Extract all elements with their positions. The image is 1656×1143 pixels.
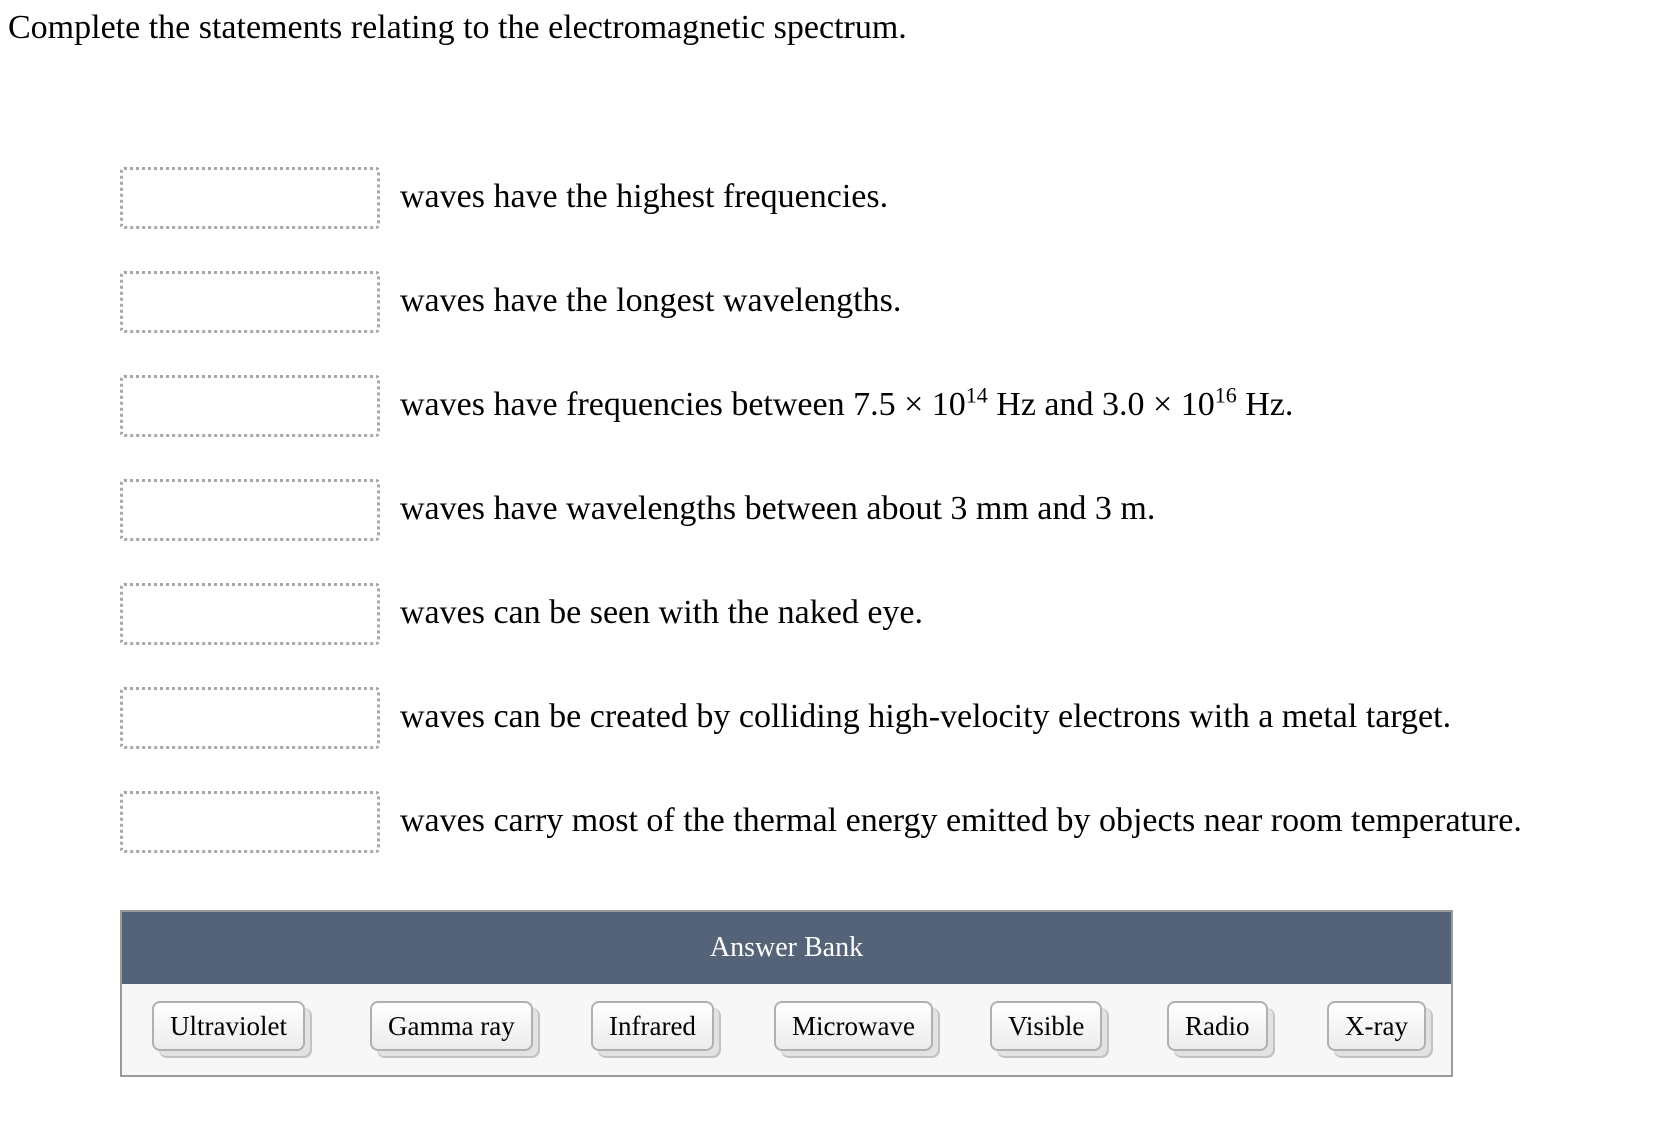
- answer-drop-target[interactable]: [120, 479, 380, 541]
- answer-chip-ultraviolet[interactable]: Ultraviolet: [152, 1001, 305, 1051]
- answer-bank-items: Ultraviolet Gamma ray Infrared Microwave…: [122, 984, 1451, 1077]
- answer-drop-target[interactable]: [120, 687, 380, 749]
- answer-chip-infrared[interactable]: Infrared: [591, 1001, 714, 1051]
- question-prompt: Complete the statements relating to the …: [8, 9, 907, 46]
- statement-text: waves have the highest frequencies.: [400, 178, 889, 215]
- answer-chip-microwave[interactable]: Microwave: [774, 1001, 933, 1051]
- statement-text-part: Hz and 3.0 × 10: [987, 386, 1215, 423]
- answer-bank-header: Answer Bank: [122, 912, 1451, 984]
- answer-chip-radio[interactable]: Radio: [1167, 1001, 1268, 1051]
- statement-text: waves carry most of the thermal energy e…: [400, 802, 1522, 839]
- answer-drop-target[interactable]: [120, 271, 380, 333]
- answer-chip-visible[interactable]: Visible: [990, 1001, 1103, 1051]
- statement-text: waves have frequencies between 7.5 × 101…: [400, 383, 1293, 427]
- answer-chip-x-ray[interactable]: X-ray: [1327, 1001, 1426, 1051]
- statement-text: waves can be seen with the naked eye.: [400, 594, 923, 631]
- answer-bank: Answer Bank Ultraviolet Gamma ray Infrar…: [120, 910, 1453, 1077]
- statement-text: waves have the longest wavelengths.: [400, 282, 902, 319]
- answer-drop-target[interactable]: [120, 167, 380, 229]
- exponent: 16: [1214, 382, 1237, 408]
- exponent: 14: [965, 382, 988, 408]
- statement-text-part: Hz.: [1236, 386, 1294, 423]
- statement-text-part: waves have frequencies between 7.5 × 10: [400, 386, 966, 423]
- statement-text: waves have wavelengths between about 3 m…: [400, 490, 1156, 527]
- answer-drop-target[interactable]: [120, 375, 380, 437]
- answer-drop-target[interactable]: [120, 791, 380, 853]
- statement-text: waves can be created by colliding high-v…: [400, 698, 1452, 735]
- answer-drop-target[interactable]: [120, 583, 380, 645]
- answer-chip-gamma-ray[interactable]: Gamma ray: [370, 1001, 533, 1051]
